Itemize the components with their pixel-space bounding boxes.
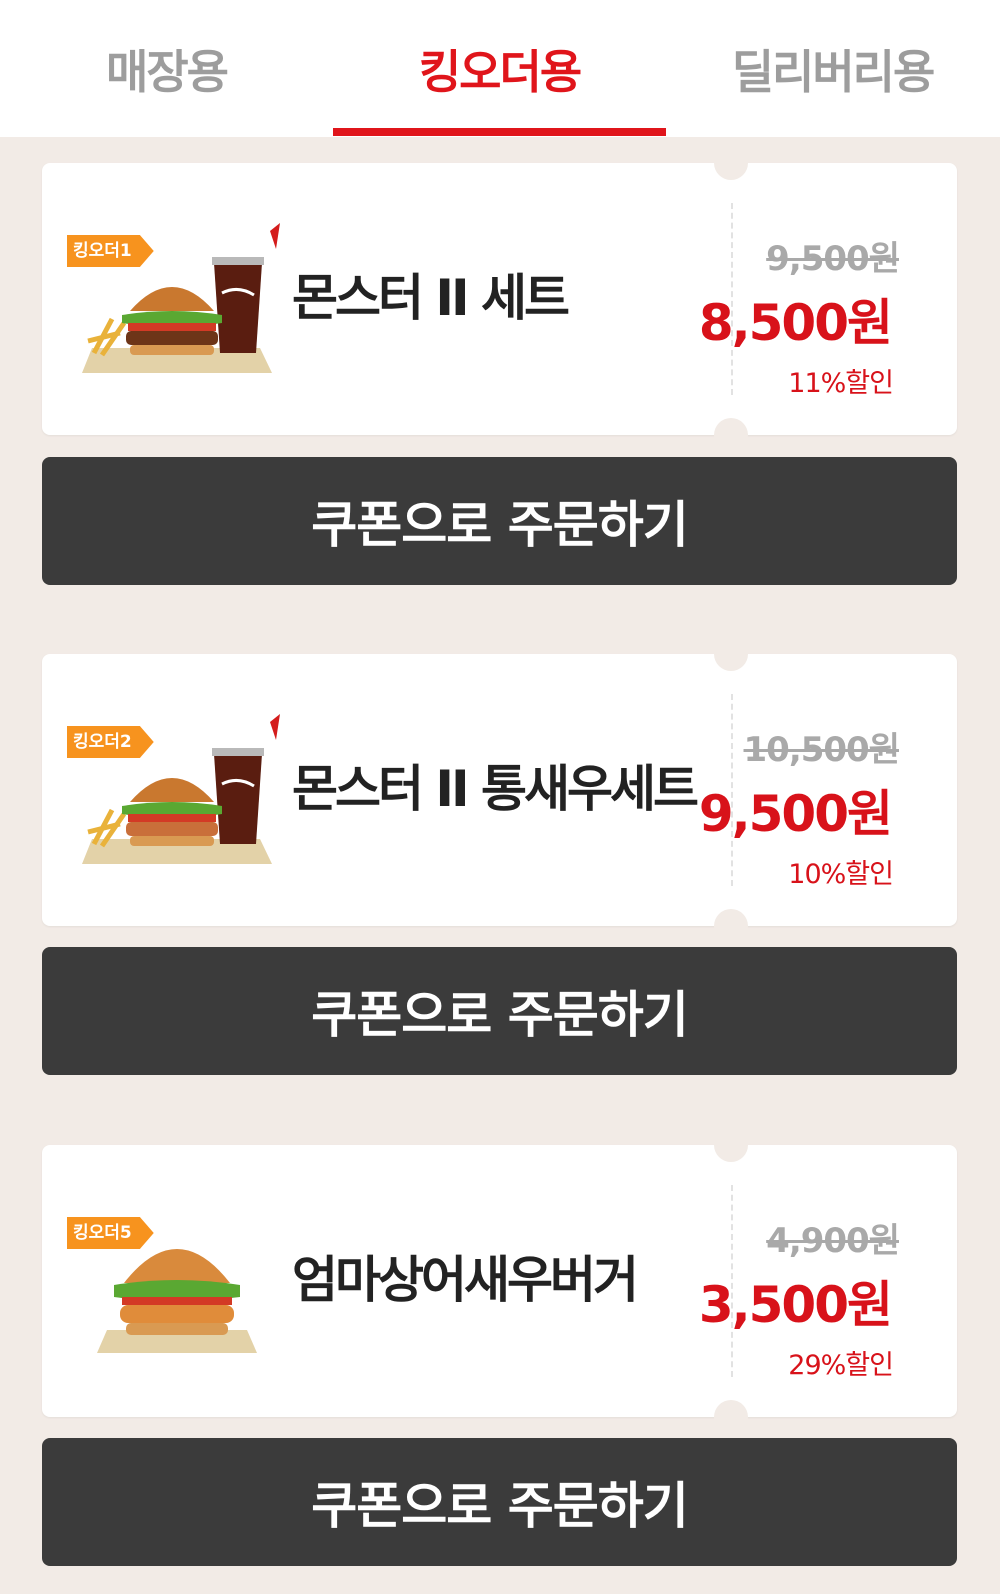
discount-rate: 10%할인 [788,859,894,890]
burger-icon [122,778,222,846]
tab-king-order[interactable]: 킹오더용 [333,0,666,137]
discount-rate: 29%할인 [788,1350,894,1381]
burger-icon [122,287,222,355]
cola-cup-icon [212,748,264,844]
tab-delivery[interactable]: 딜리버리용 [666,0,999,137]
tab-in-store[interactable]: 매장용 [0,0,333,137]
coupon-card: 킹오더1 몬스터 II 세트 9,500원 8,500원 11%할인 [42,146,957,452]
sale-price: 9,500원 [698,785,893,843]
discount-rate: 11%할인 [788,368,894,399]
ticket-notch [714,1400,748,1434]
cola-cup-icon [212,257,264,353]
coupon-tab-bar: 매장용 킹오더용 딜리버리용 [0,0,1000,137]
coupon-card: 킹오더5 엄마상어새우버거 4,900원 3,500원 29%할인 [42,1128,957,1434]
active-tab-indicator [333,128,666,136]
product-name: 몬스터 II 세트 [292,269,570,327]
king-order-badge: 킹오더2 [67,726,154,758]
product-name: 엄마상어새우버거 [292,1251,639,1309]
product-name: 몬스터 II 통새우세트 [292,760,699,818]
sale-price: 8,500원 [698,294,893,352]
ticket-notch [714,909,748,943]
king-order-badge: 킹오더5 [67,1217,154,1249]
burger-icon [114,1249,240,1335]
coupon-card: 킹오더2 몬스터 II 통새우세트 10,500원 9,500원 10%할인 [42,637,957,943]
ticket-notch [714,1128,748,1162]
king-order-badge: 킹오더1 [67,235,154,267]
ticket-notch [714,418,748,452]
sale-price: 3,500원 [698,1276,893,1334]
order-with-coupon-button[interactable]: 쿠폰으로 주문하기 [42,1438,957,1566]
ticket-notch [714,146,748,180]
original-price: 4,900원 [766,1221,900,1261]
order-with-coupon-button[interactable]: 쿠폰으로 주문하기 [42,947,957,1075]
original-price: 10,500원 [743,730,900,770]
order-with-coupon-button[interactable]: 쿠폰으로 주문하기 [42,457,957,585]
original-price: 9,500원 [766,239,900,279]
ticket-notch [714,637,748,671]
